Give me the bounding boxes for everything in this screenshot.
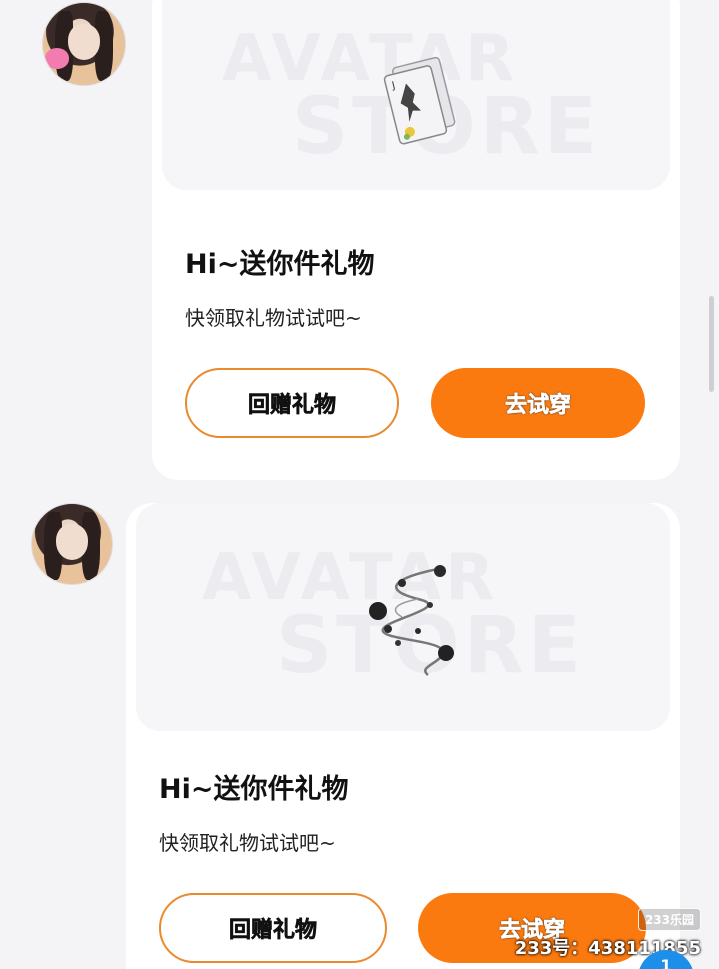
gift-subtitle: 快领取礼物试试吧~ bbox=[185, 306, 362, 330]
chat-page: AVATAR STORE J Hi~送你件礼物 快领取礼物试试吧~ 回赠礼物 去… bbox=[0, 0, 719, 969]
sender-avatar[interactable] bbox=[42, 2, 126, 86]
return-gift-button[interactable]: 回赠礼物 bbox=[185, 368, 399, 438]
hearts-decoration bbox=[44, 48, 70, 69]
gift-title: Hi~送你件礼物 bbox=[185, 249, 375, 280]
gift-message-card: AVATAR STORE J Hi~送你件礼物 快领取礼物试试吧~ 回赠礼物 去… bbox=[152, 0, 680, 480]
gift-banner[interactable]: AVATAR STORE bbox=[136, 503, 670, 731]
try-on-button[interactable]: 去试穿 bbox=[431, 368, 645, 438]
return-gift-button[interactable]: 回赠礼物 bbox=[159, 893, 387, 963]
sender-avatar[interactable] bbox=[31, 503, 113, 585]
gift-banner[interactable]: AVATAR STORE J bbox=[162, 0, 670, 190]
return-gift-label: 回赠礼物 bbox=[247, 393, 337, 419]
return-gift-label: 回赠礼物 bbox=[228, 918, 318, 944]
scrollbar[interactable] bbox=[709, 296, 714, 392]
try-on-label: 去试穿 bbox=[504, 393, 572, 419]
spiral-flower-vine-accessory-icon bbox=[369, 565, 454, 676]
unread-count: 1 bbox=[660, 956, 672, 969]
poker-card-accessory-icon: J bbox=[383, 56, 456, 145]
gift-title: Hi~送你件礼物 bbox=[159, 774, 349, 805]
gift-subtitle: 快领取礼物试试吧~ bbox=[159, 831, 336, 855]
site-logo: 233乐园 bbox=[637, 908, 701, 931]
gift-message-card: AVATAR STORE Hi~送你件礼物 快领取礼物试试吧~ 回赠礼物 去试穿 bbox=[126, 503, 680, 969]
